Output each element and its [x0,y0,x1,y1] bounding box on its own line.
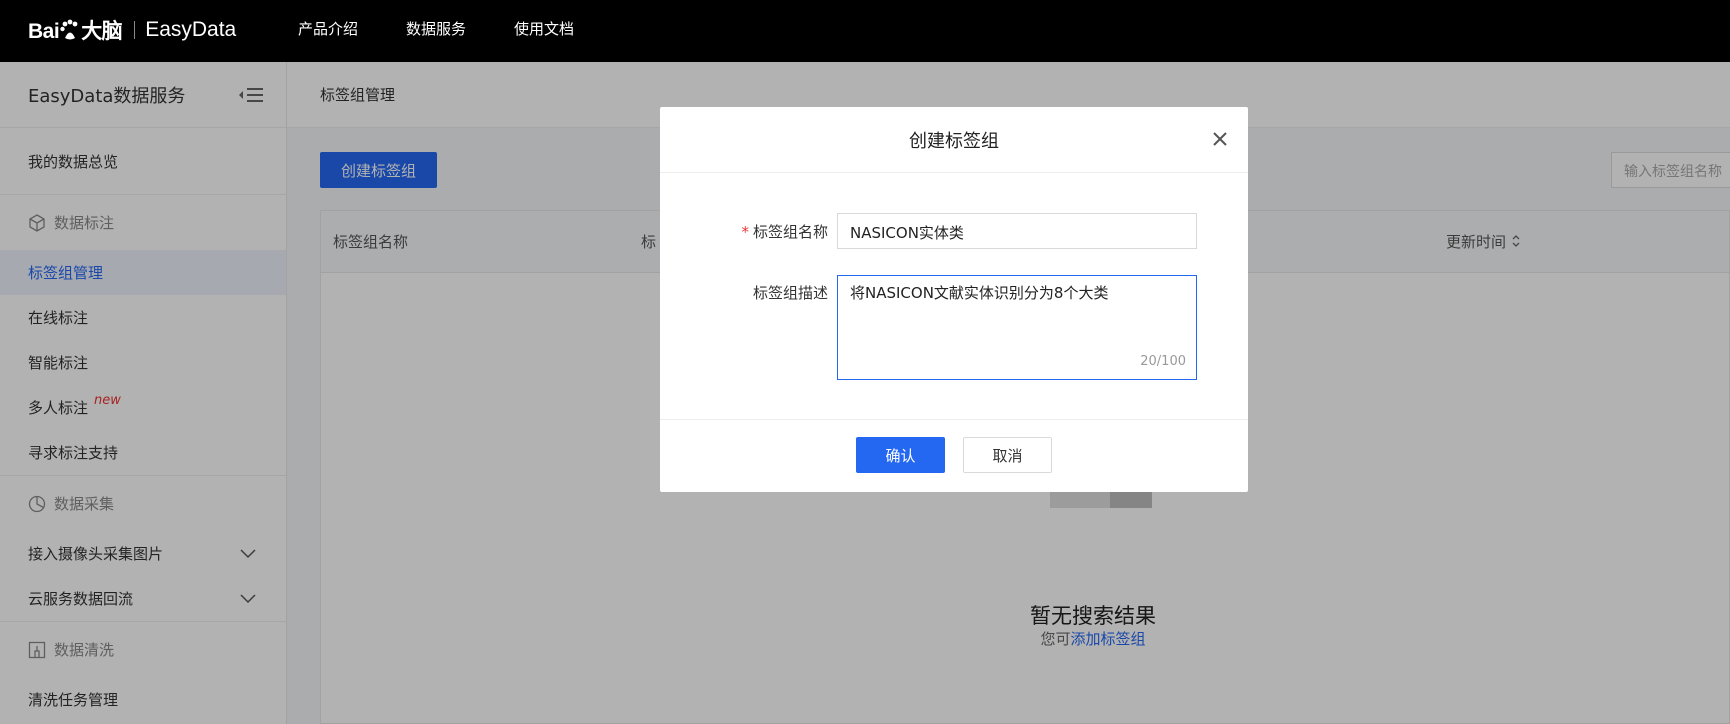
confirm-button[interactable]: 确认 [856,437,945,473]
dialog-header: 创建标签组 [660,107,1248,173]
label-group-name-input[interactable]: NASICON实体类 [837,213,1197,249]
label-group-description-textarea[interactable]: 将NASICON文献实体识别分为8个大类 20/100 [837,275,1197,380]
logo-separator [134,21,136,39]
dialog-title: 创建标签组 [909,130,999,152]
baidu-easydata-logo[interactable]: Bai 大脑 EasyData [28,8,236,52]
dialog-footer: 确认 取消 [660,419,1248,492]
description-text: 将NASICON文献实体识别分为8个大类 [850,284,1109,302]
paw-icon [60,19,78,40]
close-icon[interactable] [1210,129,1230,149]
top-nav: 产品介绍 数据服务 使用文档 [298,0,574,56]
desc-label: 标签组描述 [752,284,828,302]
top-navbar: Bai 大脑 EasyData 产品介绍 数据服务 使用文档 [0,0,1730,62]
baidu-logo-mark: Bai 大脑 [28,19,123,43]
nav-docs[interactable]: 使用文档 [514,18,574,39]
cancel-button[interactable]: 取消 [963,437,1052,473]
required-asterisk: * [741,223,749,241]
product-name: EasyData [145,18,237,41]
name-label-text: 标签组名称 [752,223,828,241]
name-label: * 标签组名称 [741,221,828,242]
nav-product-intro[interactable]: 产品介绍 [298,18,358,39]
create-label-group-dialog: 创建标签组 * 标签组名称 NASICON实体类 标签组描述 将NASICON文献… [660,107,1248,492]
char-counter: 20/100 [1140,354,1186,369]
nav-data-service[interactable]: 数据服务 [406,18,466,39]
